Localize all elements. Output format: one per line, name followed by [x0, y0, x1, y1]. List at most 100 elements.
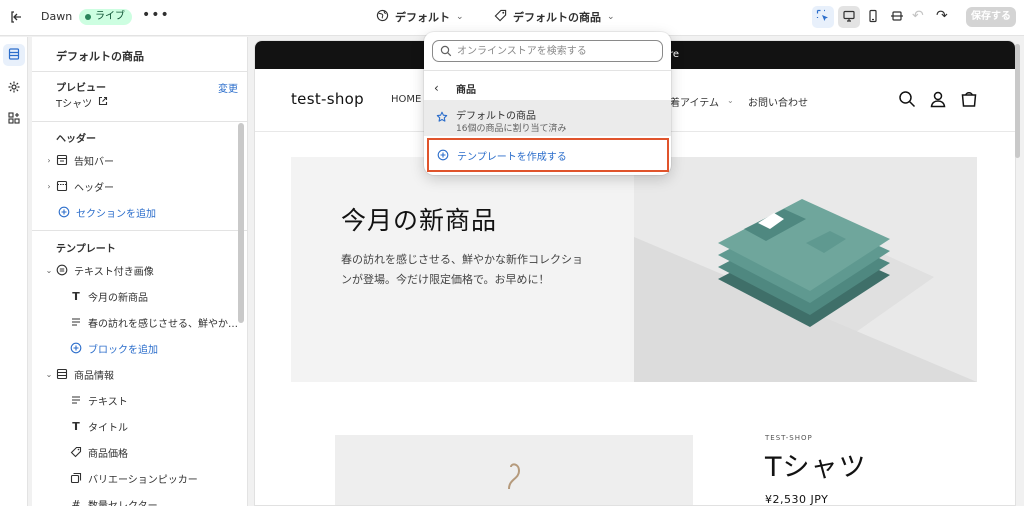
sidebar-item-text-block[interactable]: 春の訪れを感じさせる、鮮やか… — [32, 312, 238, 332]
template-option-default-product[interactable]: デフォルトの商品 16個の商品に割り当て済み — [424, 100, 671, 136]
account-icon[interactable] — [929, 90, 947, 108]
search-icon[interactable] — [898, 90, 916, 108]
hero-text: 春の訪れを感じさせる、鮮やかな新作コレクションが登場。今だけ限定価格で。お早めに… — [341, 253, 583, 286]
preview-label: プレビュー — [56, 83, 106, 94]
nav-link-contact[interactable]: お問い合わせ — [748, 94, 808, 109]
save-button[interactable]: 保存する — [966, 7, 1016, 27]
sidebar-scrollbar[interactable] — [238, 123, 244, 323]
redo-icon[interactable]: ↷ — [936, 8, 948, 24]
preview-product[interactable]: Tシャツ — [56, 95, 108, 110]
chevron-down-icon[interactable]: ⌄ — [44, 370, 54, 379]
sidebar-item-product-info[interactable]: ⌄ 商品情報 — [32, 364, 238, 384]
plus-circle-icon — [56, 205, 72, 219]
settings-rail-button[interactable] — [3, 77, 25, 99]
chevron-left-icon: ‹ — [434, 81, 439, 95]
sidebar-item-price[interactable]: 商品価格 — [32, 442, 238, 462]
add-section-label: セクションを追加 — [76, 208, 156, 220]
desktop-view-button[interactable] — [838, 6, 860, 28]
store-search-input[interactable] — [432, 40, 663, 62]
fullwidth-icon — [890, 9, 904, 26]
chevron-down-icon: ⌄ — [607, 12, 615, 22]
sidebar-item-text[interactable]: テキスト — [32, 390, 238, 410]
top-bar: Dawn ライブ ••• デフォルト ⌄ デフォルトの商品 ⌄ ↶ ↷ 保存する — [0, 0, 1024, 36]
image-with-text-section[interactable]: 今月の新商品 春の訪れを感じさせる、鮮やかな新作コレクションが登場。今だけ限定価… — [291, 157, 977, 382]
text-type-icon: T — [72, 289, 80, 303]
chevron-right-icon[interactable]: › — [44, 156, 54, 165]
create-template-label: テンプレートを作成する — [457, 151, 567, 163]
preview-scrollbar[interactable] — [1015, 44, 1020, 158]
sidebar-item-title[interactable]: T タイトル — [32, 416, 238, 436]
product-info-icon — [54, 367, 70, 381]
sidebar-item-label: テキスト付き画像 — [74, 266, 154, 278]
preview-change-link[interactable]: 変更 — [218, 80, 238, 95]
more-actions-button[interactable]: ••• — [142, 7, 170, 23]
create-template-button[interactable]: テンプレートを作成する — [427, 138, 669, 172]
image-with-text-icon — [54, 263, 70, 277]
live-badge: ライブ — [79, 9, 132, 25]
sidebar-item-label: 商品情報 — [74, 370, 114, 382]
product-image[interactable] — [335, 435, 693, 505]
sidebar-item-announcement-bar[interactable]: › 告知バー — [32, 150, 238, 170]
fullscreen-view-button[interactable] — [886, 6, 908, 28]
icon-rail — [0, 37, 28, 506]
sidebar-title: デフォルトの商品 — [56, 50, 144, 63]
viewport-switcher — [838, 6, 908, 28]
paragraph-icon — [68, 393, 84, 407]
sidebar-item-heading-block[interactable]: T 今月の新商品 — [32, 286, 238, 306]
add-block-button[interactable]: ブロックを追加 — [32, 338, 238, 358]
template-picker-popover: ‹ 商品 デフォルトの商品 16個の商品に割り当て済み テンプレートを作成する — [424, 32, 671, 175]
sidebar-item-label: 春の訪れを感じさせる、鮮やか… — [88, 318, 238, 330]
template-selector[interactable]: デフォルト ⌄ — [376, 9, 464, 25]
divider — [32, 230, 247, 231]
back-to-products-button[interactable]: ‹ 商品 — [434, 78, 661, 98]
chevron-down-icon[interactable]: ⌄ — [44, 266, 54, 275]
apps-rail-button[interactable] — [3, 108, 25, 130]
external-link-icon[interactable] — [98, 96, 108, 109]
hash-icon: # — [71, 497, 81, 506]
exit-icon[interactable] — [8, 9, 24, 25]
page-selector-label: デフォルトの商品 — [513, 11, 601, 24]
add-section-button[interactable]: セクションを追加 — [32, 202, 238, 222]
globe-icon — [376, 9, 389, 25]
header-group-label: ヘッダー — [56, 134, 96, 145]
sidebar-item-image-with-text[interactable]: ⌄ テキスト付き画像 — [32, 260, 238, 280]
add-block-label: ブロックを追加 — [88, 344, 158, 356]
nav-link-home[interactable]: HOME — [391, 94, 421, 105]
theme-name: Dawn — [41, 10, 73, 23]
sidebar-item-header[interactable]: › ヘッダー — [32, 176, 238, 196]
sections-rail-button[interactable] — [3, 44, 25, 66]
preview-product-label: Tシャツ — [56, 99, 93, 110]
sidebar-item-label: タイトル — [88, 422, 128, 434]
nav-link-apparel[interactable]: 着アイテム — [670, 94, 719, 109]
sidebar-item-label: ヘッダー — [74, 182, 114, 194]
mobile-icon — [866, 9, 880, 26]
sections-icon — [7, 47, 21, 64]
shop-logo[interactable]: test-shop — [291, 90, 364, 108]
template-selector-label: デフォルト — [395, 11, 450, 24]
search-icon — [440, 45, 452, 57]
tag-icon — [494, 9, 507, 25]
mobile-view-button[interactable] — [862, 6, 884, 28]
page-selector[interactable]: デフォルトの商品 ⌄ — [494, 9, 615, 25]
product-vendor: TEST-SHOP — [765, 434, 813, 442]
hero-title: 今月の新商品 — [341, 206, 498, 235]
desktop-icon — [842, 9, 856, 26]
chevron-right-icon[interactable]: › — [44, 182, 54, 191]
product-title: Tシャツ — [765, 452, 867, 483]
gear-icon — [7, 80, 21, 97]
undo-icon[interactable]: ↶ — [912, 8, 924, 24]
paragraph-icon — [68, 315, 84, 329]
variant-picker-icon — [68, 471, 84, 485]
sections-sidebar: デフォルトの商品 プレビュー 変更 Tシャツ ヘッダー › 告知バー › ヘッダ… — [32, 37, 248, 506]
inspector-button[interactable] — [812, 6, 834, 28]
header-layout-icon — [54, 179, 70, 193]
divider — [32, 121, 247, 122]
divider — [424, 70, 671, 71]
sidebar-item-label: バリエーションピッカー — [88, 474, 198, 486]
cart-icon[interactable] — [960, 90, 978, 108]
sidebar-item-variant-picker[interactable]: バリエーションピッカー — [32, 468, 238, 488]
product-price: ¥2,530 JPY — [765, 493, 829, 506]
sidebar-item-label: 告知バー — [74, 156, 114, 168]
announcement-bar-icon — [54, 153, 70, 167]
sidebar-item-quantity-selector[interactable]: # 数量セレクター — [32, 494, 238, 506]
